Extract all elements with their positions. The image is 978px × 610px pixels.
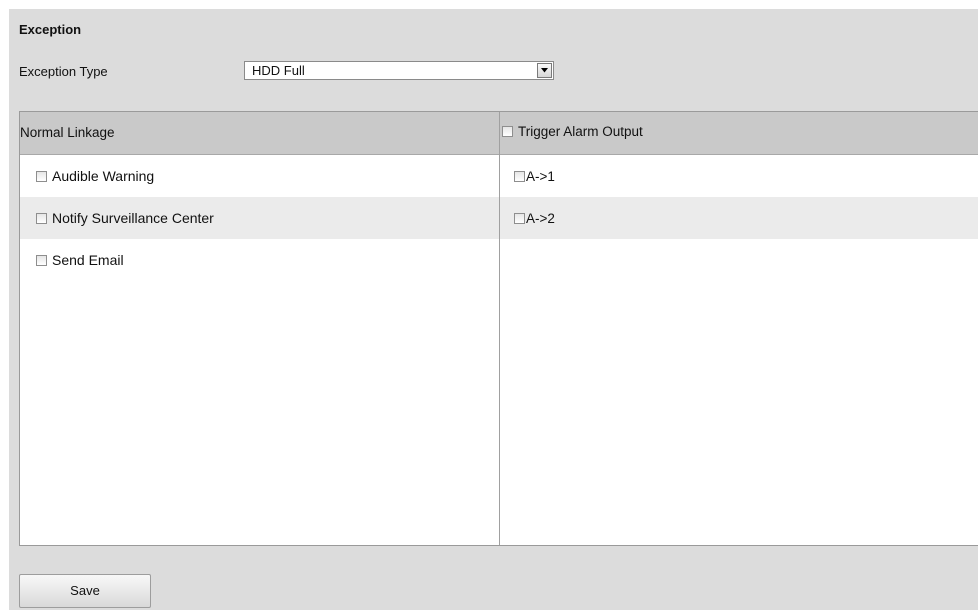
save-button[interactable]: Save — [19, 574, 151, 608]
alarm-output-2-label: A->2 — [526, 210, 555, 226]
list-item: Send Email — [20, 239, 499, 281]
audible-warning-label: Audible Warning — [52, 168, 155, 184]
section-title: Exception — [19, 22, 82, 37]
alarm-output-1-label: A->1 — [526, 168, 555, 184]
trigger-alarm-output-checkbox[interactable] — [502, 126, 513, 137]
send-email-checkbox[interactable] — [36, 254, 47, 266]
send-email-label: Send Email — [52, 252, 124, 268]
alarm-output-1-checkbox[interactable] — [514, 170, 525, 182]
alarm-output-2-checkbox[interactable] — [514, 212, 525, 224]
column-divider — [499, 112, 500, 545]
notify-surveillance-center-checkbox[interactable] — [36, 212, 47, 224]
normal-linkage-header: Normal Linkage — [20, 125, 115, 140]
list-item: Audible Warning — [20, 155, 499, 197]
trigger-alarm-output-label: Trigger Alarm Output — [518, 124, 643, 139]
list-item: A->1 — [500, 155, 978, 197]
exception-type-label: Exception Type — [19, 64, 108, 79]
list-item: Notify Surveillance Center — [20, 197, 499, 239]
trigger-alarm-output-header: Trigger Alarm Output — [502, 124, 643, 139]
notify-surveillance-center-label: Notify Surveillance Center — [52, 210, 214, 226]
exception-type-select[interactable]: HDD Full — [244, 61, 554, 80]
list-item: A->2 — [500, 197, 978, 239]
linkage-table: Normal Linkage Trigger Alarm Output Audi… — [19, 111, 978, 546]
exception-type-value: HDD Full — [252, 63, 305, 78]
dropdown-arrow-icon[interactable] — [537, 63, 552, 78]
audible-warning-checkbox[interactable] — [36, 170, 47, 182]
